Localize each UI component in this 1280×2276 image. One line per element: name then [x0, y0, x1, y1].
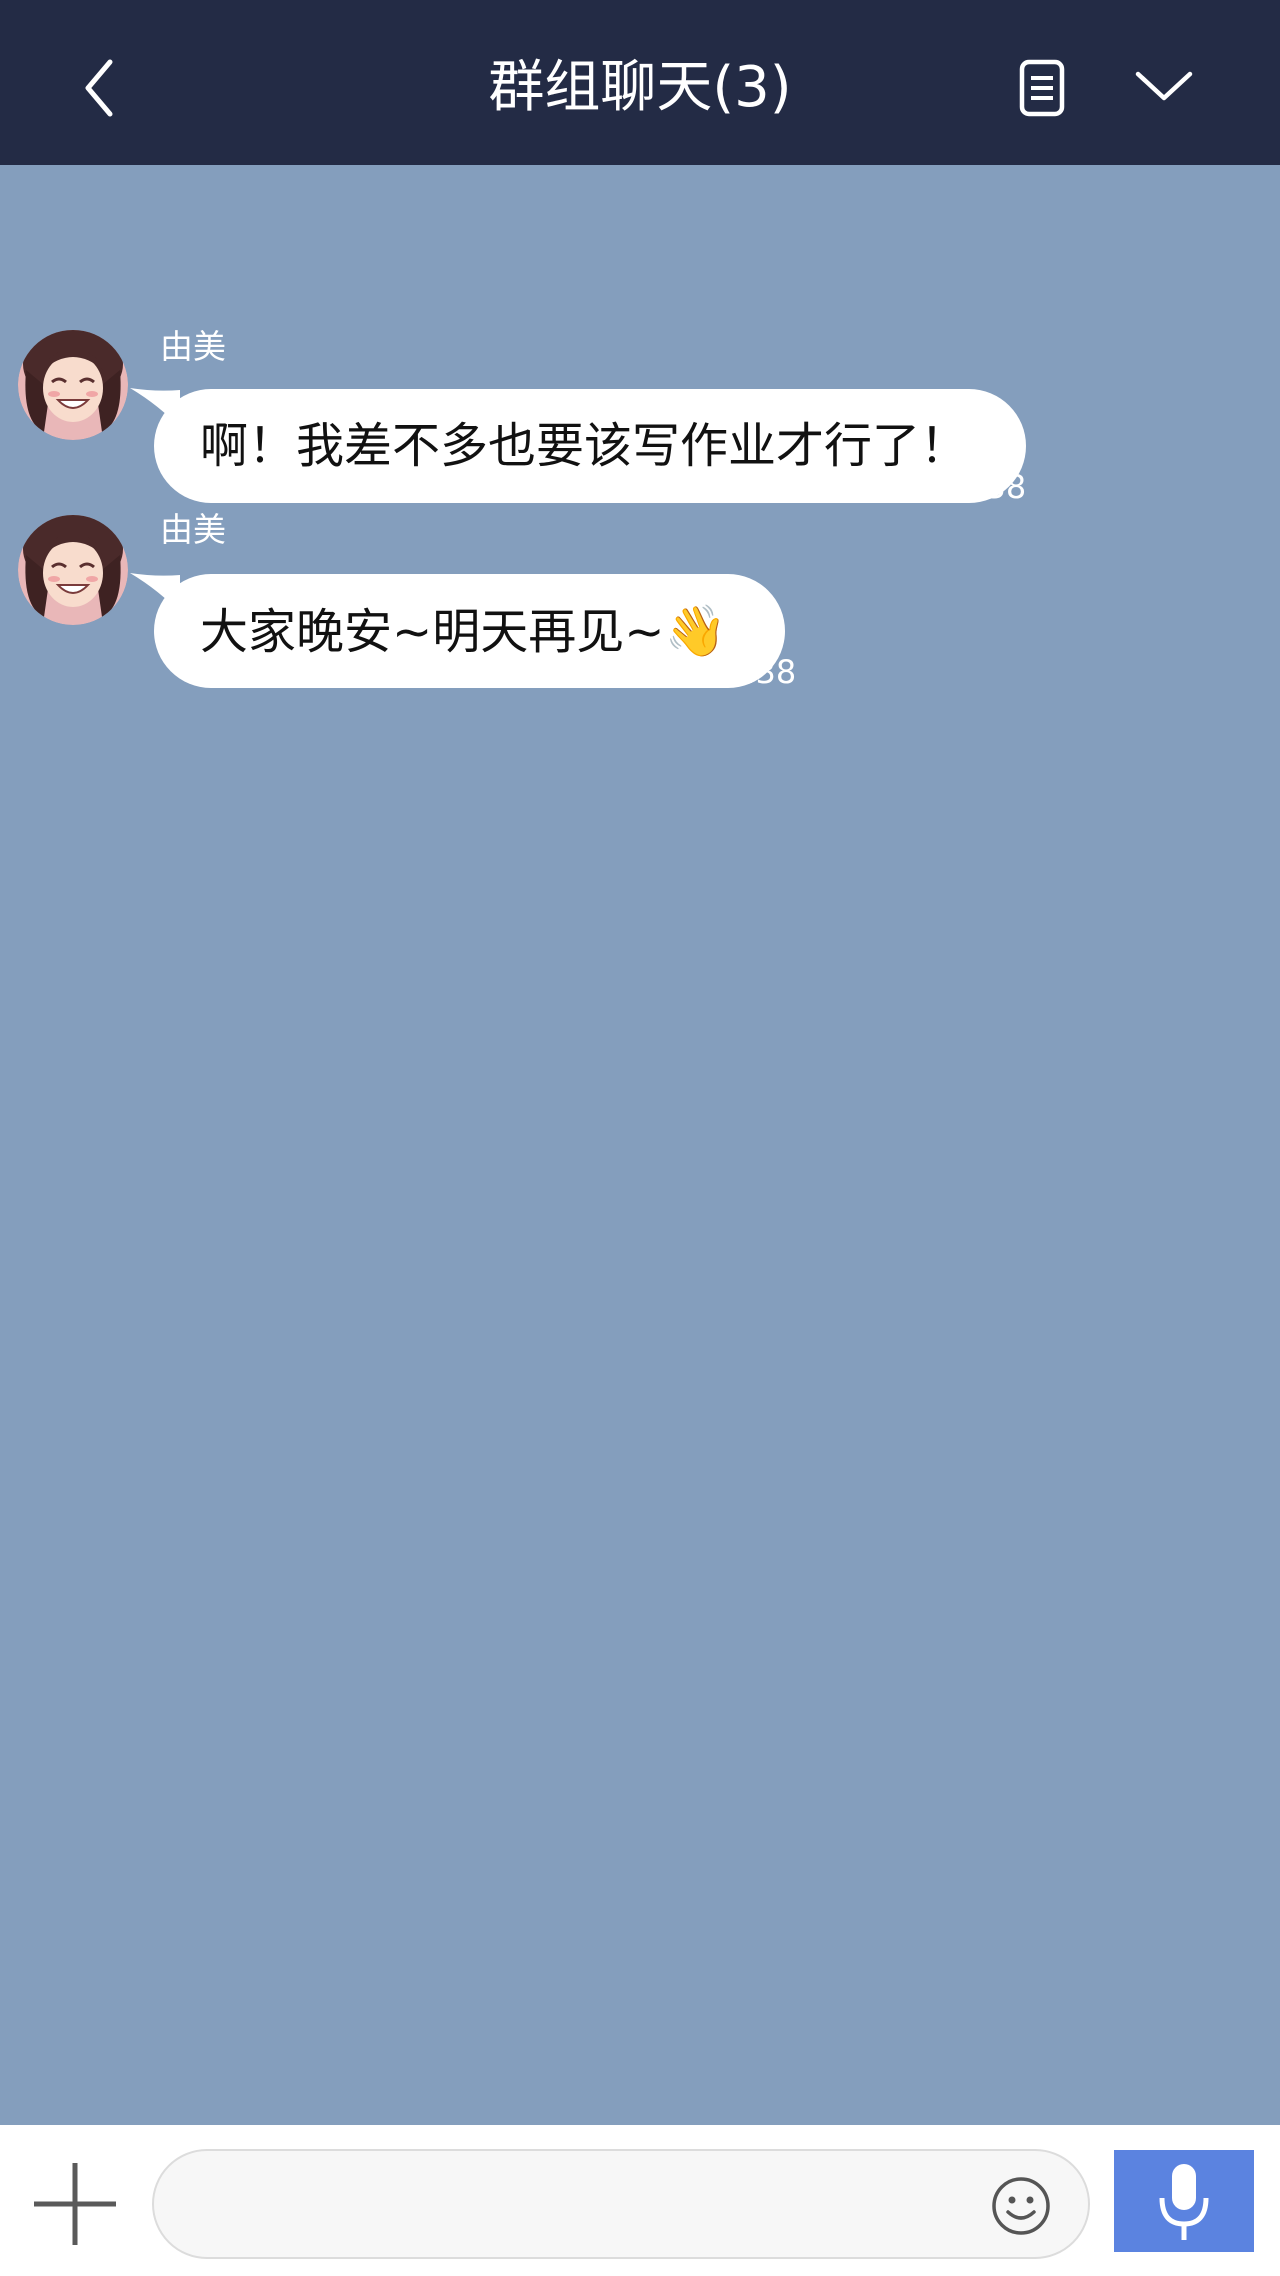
avatar[interactable]: [18, 330, 128, 440]
message-input[interactable]: [194, 2151, 998, 2259]
message-text: 大家晚安~明天再见~: [200, 604, 665, 660]
top-bar: 群组聊天(3): [0, 0, 1280, 165]
plus-icon: [34, 2163, 116, 2245]
message-time: 21:38: [704, 653, 797, 691]
smiley-icon: [992, 2177, 1050, 2235]
composer-bar: [0, 2125, 1280, 2276]
note-icon: [1019, 59, 1065, 117]
microphone-icon: [1159, 2164, 1209, 2240]
emoji-button[interactable]: [990, 2175, 1052, 2237]
sender-name: 由美: [160, 327, 226, 366]
avatar-image: [18, 330, 128, 440]
avatar-image: [18, 515, 128, 625]
sender-name: 由美: [160, 510, 226, 549]
menu-toggle-button[interactable]: [1132, 60, 1196, 116]
chevron-left-icon: [85, 59, 113, 117]
avatar[interactable]: [18, 515, 128, 625]
message-time: 21:38: [934, 468, 1027, 506]
message-bubble[interactable]: 啊！我差不多也要该写作业才行了！: [154, 389, 1027, 503]
chat-title: 群组聊天(3): [488, 55, 792, 120]
message-text: 啊！我差不多也要该写作业才行了！: [200, 418, 969, 474]
message-bubble[interactable]: 大家晚安~明天再见~👋: [154, 574, 785, 688]
add-attachment-button[interactable]: [30, 2159, 120, 2249]
chevron-down-icon: [1135, 71, 1193, 101]
waving-hand-emoji: 👋: [664, 602, 727, 660]
notes-button[interactable]: [1012, 56, 1072, 120]
message-input-box[interactable]: [152, 2149, 1090, 2259]
chat-title-wrap: 群组聊天(3): [0, 0, 1280, 176]
voice-input-button[interactable]: [1114, 2150, 1254, 2252]
back-button[interactable]: [70, 50, 130, 130]
